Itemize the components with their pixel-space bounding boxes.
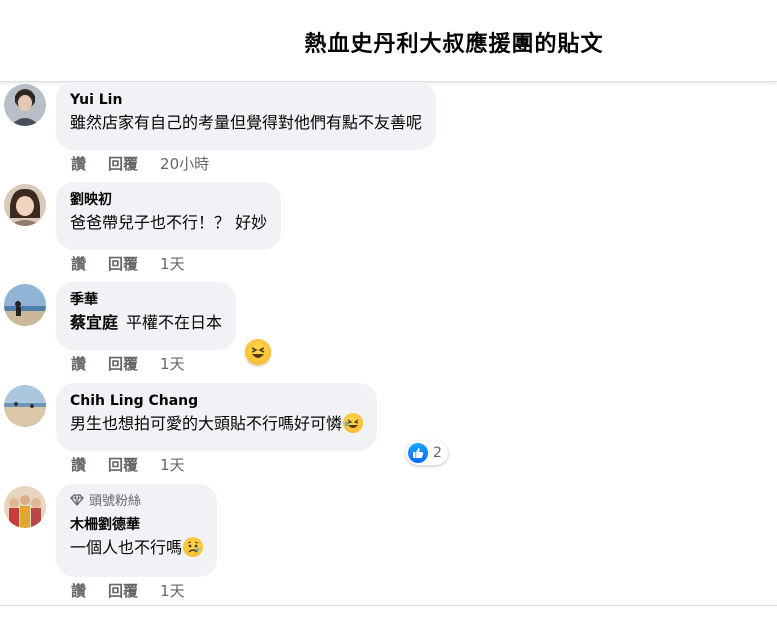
reply-button[interactable]: 回覆 xyxy=(108,581,138,601)
comment-actions: 讚 回覆 1天 xyxy=(71,354,185,374)
comment-actions: 讚 回覆 1天 xyxy=(71,254,185,274)
thumbs-up-icon xyxy=(408,443,428,463)
comment-timestamp[interactable]: 1天 xyxy=(160,354,185,374)
comment-author[interactable]: Chih Ling Chang xyxy=(70,392,363,410)
badge-label: 頭號粉絲 xyxy=(89,494,142,509)
avatar[interactable] xyxy=(4,284,46,326)
like-button[interactable]: 讚 xyxy=(71,581,86,601)
comment-author[interactable]: 季華 xyxy=(70,291,222,309)
comment-text: 一個人也不行嗎 xyxy=(70,536,204,560)
laughing-emoji xyxy=(343,413,364,433)
reply-button[interactable]: 回覆 xyxy=(108,455,138,475)
comment-bubble: 頭號粉絲 木柵劉德華 一個人也不行嗎 xyxy=(56,484,218,577)
reply-button[interactable]: 回覆 xyxy=(108,354,138,374)
comment-bubble: Yui Lin 雖然店家有自己的考量但覺得對他們有點不友善呢 xyxy=(56,82,437,150)
comment-text: 蔡宜庭 平權不在日本 xyxy=(70,311,222,335)
comment-author[interactable]: 劉映初 xyxy=(70,191,267,209)
diamond-icon xyxy=(70,493,84,511)
avatar[interactable] xyxy=(4,84,46,126)
avatar[interactable] xyxy=(4,385,46,427)
sad-emoji xyxy=(183,537,204,557)
comment-timestamp[interactable]: 1天 xyxy=(160,254,185,274)
comment-actions: 讚 回覆 20小時 xyxy=(71,154,209,174)
comment-bubble: 季華 蔡宜庭 平權不在日本 xyxy=(56,282,237,350)
laughing-emoji-reaction[interactable] xyxy=(245,339,271,365)
avatar[interactable] xyxy=(4,184,46,226)
comment-author[interactable]: Yui Lin xyxy=(70,91,422,109)
comment-text: 爸爸帶兒子也不行！？ 好妙 xyxy=(70,213,268,232)
comment-text: 男生也想拍可愛的大頭貼不行嗎好可憐 xyxy=(70,412,364,436)
like-button[interactable]: 讚 xyxy=(71,154,86,174)
mention-tag[interactable]: 蔡宜庭 xyxy=(70,313,118,332)
like-button[interactable]: 讚 xyxy=(71,254,86,274)
comment-bubble: 劉映初 爸爸帶兒子也不行！？ 好妙 xyxy=(56,182,282,250)
comment-text-body: 一個人也不行嗎 xyxy=(70,538,183,557)
comment-text: 雖然店家有自己的考量但覺得對他們有點不友善呢 xyxy=(70,113,423,132)
comment-text-body: 男生也想拍可愛的大頭貼不行嗎好可憐 xyxy=(70,414,343,433)
comment-bubble: Chih Ling Chang 男生也想拍可愛的大頭貼不行嗎好可憐 xyxy=(56,383,378,451)
comment-actions: 讚 回覆 1天 xyxy=(71,455,185,475)
like-button[interactable]: 讚 xyxy=(71,354,86,374)
comment-timestamp[interactable]: 1天 xyxy=(160,455,185,475)
reply-button[interactable]: 回覆 xyxy=(108,154,138,174)
divider xyxy=(0,605,777,606)
top-fan-badge[interactable]: 頭號粉絲 xyxy=(70,493,203,511)
page-title: 熱血史丹利大叔應援團的貼文 xyxy=(304,32,604,57)
comment-author[interactable]: 木柵劉德華 xyxy=(70,516,203,534)
like-button[interactable]: 讚 xyxy=(71,455,86,475)
comment-timestamp[interactable]: 20小時 xyxy=(160,154,209,174)
comment-text-body: 平權不在日本 xyxy=(126,313,223,332)
comment-timestamp[interactable]: 1天 xyxy=(160,581,185,601)
reaction-count: 2 xyxy=(433,445,442,461)
comment-actions: 讚 回覆 1天 xyxy=(71,581,185,601)
reaction-count-pill[interactable]: 2 xyxy=(406,441,448,465)
reply-button[interactable]: 回覆 xyxy=(108,254,138,274)
avatar[interactable] xyxy=(4,486,46,528)
post-header: 熱血史丹利大叔應援團的貼文 xyxy=(0,0,777,82)
